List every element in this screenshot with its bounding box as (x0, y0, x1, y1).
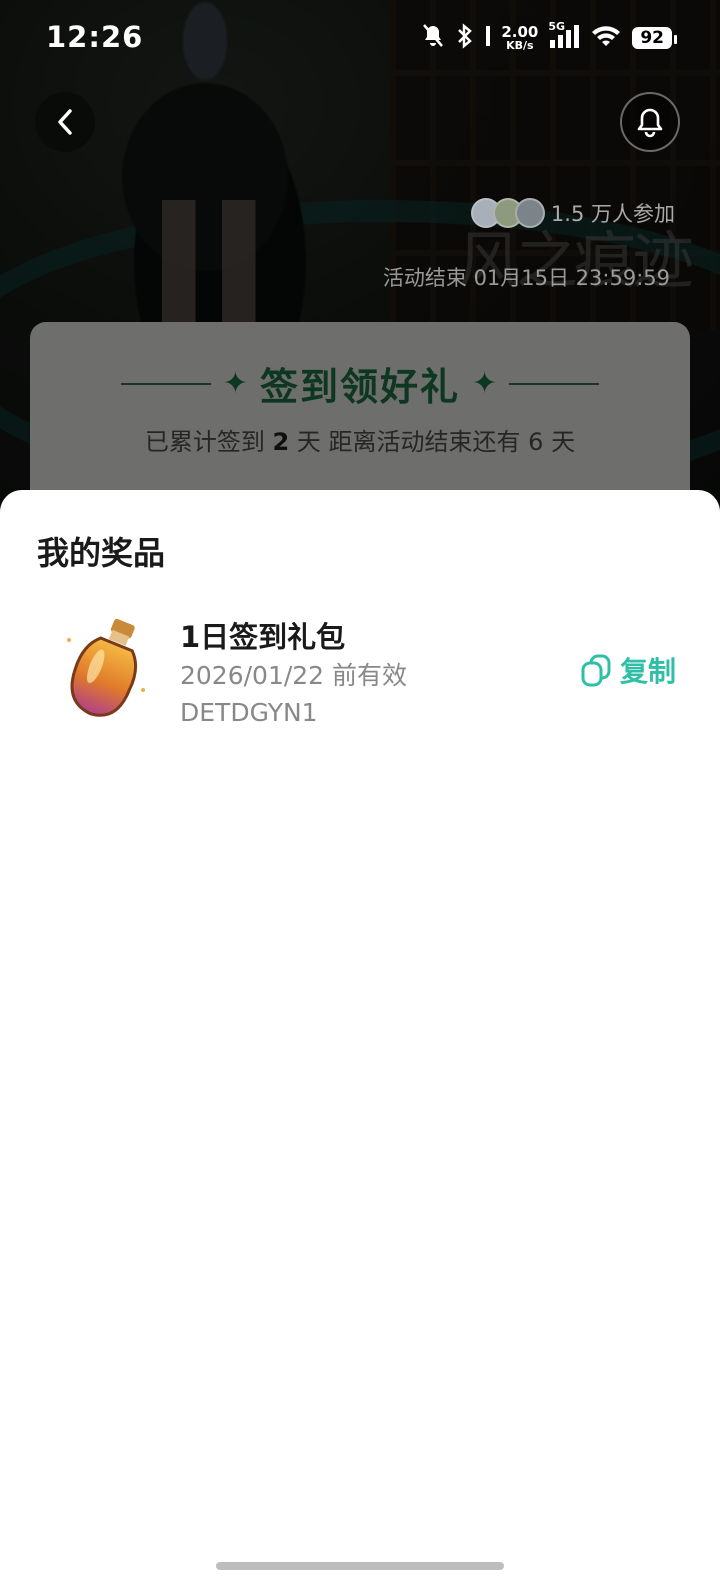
back-button[interactable] (35, 92, 95, 152)
battery-icon: 92 (632, 27, 677, 49)
prize-item: 1日签到礼包 2026/01/22 前有效 DETDGYN1 复制 (0, 590, 720, 740)
copy-code-button[interactable]: 复制 (580, 650, 676, 690)
checkin-title: 签到领好礼 (259, 365, 460, 409)
participant-avatars (470, 198, 545, 228)
sparkle-icon: ✦ (472, 366, 498, 401)
bluetooth-icon (455, 23, 475, 53)
title-right-line (509, 382, 600, 385)
title-left-line (120, 382, 211, 385)
chevron-left-icon (58, 109, 72, 135)
prize-name: 1日签到礼包 (180, 620, 346, 654)
wifi-icon (590, 23, 622, 53)
status-bar: 12:26 2.00 KB/s 5G 92 (0, 0, 720, 80)
prize-code: DETDGYN1 (180, 698, 318, 727)
copy-icon (581, 654, 611, 687)
network-speed: 2.00 KB/s (501, 23, 539, 52)
signal-icon: 5G (548, 20, 580, 54)
checkin-days: 2 (272, 428, 290, 456)
potion-bottle-icon (55, 610, 155, 730)
participant-count: 1.5 万人参加 (470, 198, 675, 228)
bell-off-icon (421, 23, 445, 53)
status-time: 12:26 (46, 20, 144, 54)
prize-expiry: 2026/01/22 前有效 (180, 661, 408, 690)
bell-icon (637, 108, 663, 138)
copy-label: 复制 (620, 655, 677, 688)
vibrate-bar-icon (485, 23, 491, 53)
my-prizes-sheet: 我的奖品 1日签到礼包 2026/01/22 前有效 DETDGYN1 复制 (0, 490, 720, 1584)
sparkle-icon: ✦ (222, 366, 248, 401)
event-end-time: 活动结束 01月15日 23:59:59 (382, 266, 670, 290)
sheet-title: 我的奖品 (37, 534, 166, 572)
remaining-days: 6 (528, 428, 544, 456)
checkin-summary: 已累计签到 2 天 距离活动结束还有 6 天 (144, 428, 576, 456)
home-indicator[interactable] (216, 1562, 504, 1570)
subscribe-bell-button[interactable] (620, 92, 680, 152)
